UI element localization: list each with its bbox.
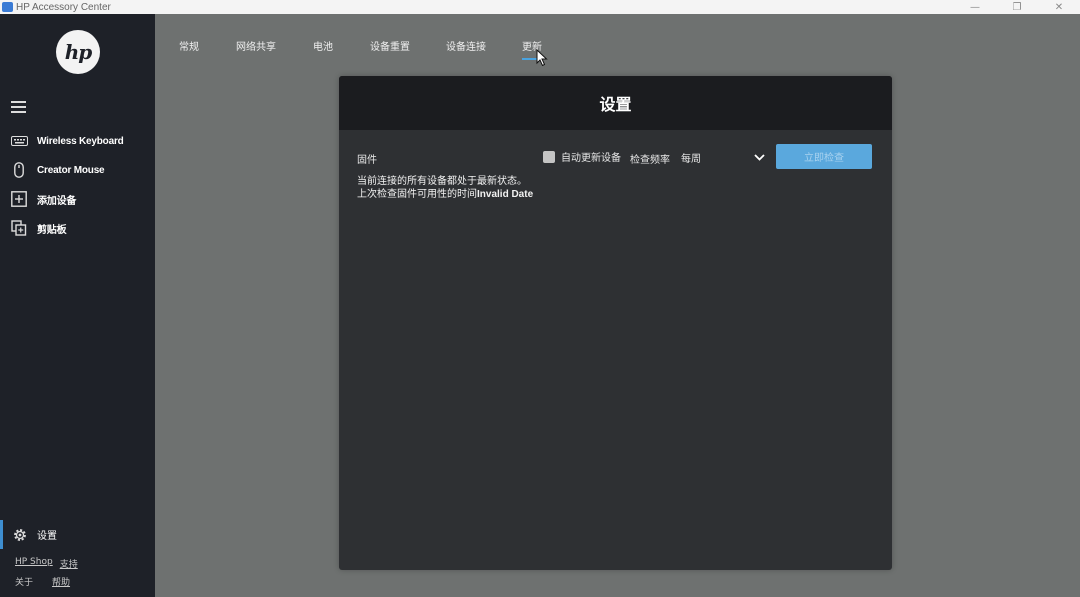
window-controls: — ❐ ✕ bbox=[954, 0, 1080, 14]
settings-label: 设置 bbox=[37, 531, 57, 542]
auto-update-checkbox[interactable]: 自动更新设备 bbox=[543, 149, 621, 164]
about-link[interactable]: 关于 bbox=[15, 575, 33, 588]
check-now-label: 立即检查 bbox=[804, 153, 844, 164]
tab-device-reset[interactable]: 设备重置 bbox=[370, 38, 410, 58]
sidebar: hp Wireless Keyboard Creator Mouse 添加设备 … bbox=[0, 14, 155, 597]
frequency-label: 检查频率 bbox=[630, 155, 670, 166]
menu-icon[interactable] bbox=[11, 101, 26, 113]
status-line-2: 上次检查固件可用性的时间Invalid Date bbox=[357, 188, 533, 201]
sidebar-item-add-device[interactable]: 添加设备 bbox=[0, 187, 155, 211]
footer-links-row1: HP Shop 支持 bbox=[15, 557, 145, 570]
title-bar: HP Accessory Center — ❐ ✕ bbox=[0, 0, 1080, 14]
active-indicator bbox=[0, 520, 3, 549]
clipboard-icon bbox=[10, 219, 28, 237]
last-check-value: Invalid Date bbox=[477, 189, 534, 200]
sidebar-item-label: Wireless Keyboard bbox=[37, 135, 124, 147]
chevron-down-icon bbox=[753, 151, 765, 163]
firmware-label: 固件 bbox=[357, 155, 377, 166]
window-title: HP Accessory Center bbox=[16, 1, 111, 13]
frequency-value: 每周 bbox=[681, 153, 701, 165]
hp-logo: hp bbox=[56, 30, 100, 74]
tab-battery[interactable]: 电池 bbox=[313, 38, 333, 58]
frequency-dropdown[interactable]: 每周 bbox=[681, 149, 765, 165]
hp-shop-link[interactable]: HP Shop bbox=[15, 557, 53, 570]
add-device-icon bbox=[10, 190, 28, 208]
sidebar-item-settings[interactable]: 设置 bbox=[0, 520, 155, 549]
sidebar-item-wireless-keyboard[interactable]: Wireless Keyboard bbox=[0, 129, 155, 153]
sidebar-item-clipboard[interactable]: 剪贴板 bbox=[0, 216, 155, 240]
gear-icon bbox=[11, 526, 28, 543]
firmware-status: 当前连接的所有设备都处于最新状态。 上次检查固件可用性的时间Invalid Da… bbox=[357, 175, 533, 201]
settings-panel: 设置 固件 自动更新设备 检查频率 每周 立即检查 当前连接的所有设备都处于最新… bbox=[339, 76, 892, 570]
restore-button[interactable]: ❐ bbox=[996, 0, 1038, 14]
sidebar-item-label: Creator Mouse bbox=[37, 164, 105, 176]
mouse-cursor-icon bbox=[536, 49, 548, 67]
tab-network-sharing[interactable]: 网络共享 bbox=[236, 38, 276, 58]
panel-header: 设置 bbox=[339, 76, 892, 130]
keyboard-icon bbox=[10, 132, 28, 150]
minimize-button[interactable]: — bbox=[954, 0, 996, 14]
sidebar-item-label: 添加设备 bbox=[37, 195, 77, 207]
footer-links-row2: 关于 帮助 bbox=[15, 575, 145, 588]
checkbox-box[interactable] bbox=[543, 150, 555, 163]
tab-device-connection[interactable]: 设备连接 bbox=[446, 38, 486, 58]
status-line-1: 当前连接的所有设备都处于最新状态。 bbox=[357, 176, 527, 187]
support-link[interactable]: 支持 bbox=[60, 557, 78, 570]
check-now-button[interactable]: 立即检查 bbox=[776, 144, 872, 169]
tab-general[interactable]: 常规 bbox=[179, 38, 199, 58]
last-check-prefix: 上次检查固件可用性的时间 bbox=[357, 189, 477, 200]
logo-text: hp bbox=[64, 40, 93, 64]
close-button[interactable]: ✕ bbox=[1038, 0, 1080, 14]
help-link[interactable]: 帮助 bbox=[52, 575, 70, 588]
sidebar-item-label: 剪贴板 bbox=[37, 224, 67, 236]
auto-update-label: 自动更新设备 bbox=[561, 153, 621, 164]
panel-title: 设置 bbox=[599, 95, 632, 114]
mouse-icon bbox=[10, 161, 28, 179]
app-icon bbox=[2, 2, 13, 12]
sidebar-item-creator-mouse[interactable]: Creator Mouse bbox=[0, 158, 155, 182]
